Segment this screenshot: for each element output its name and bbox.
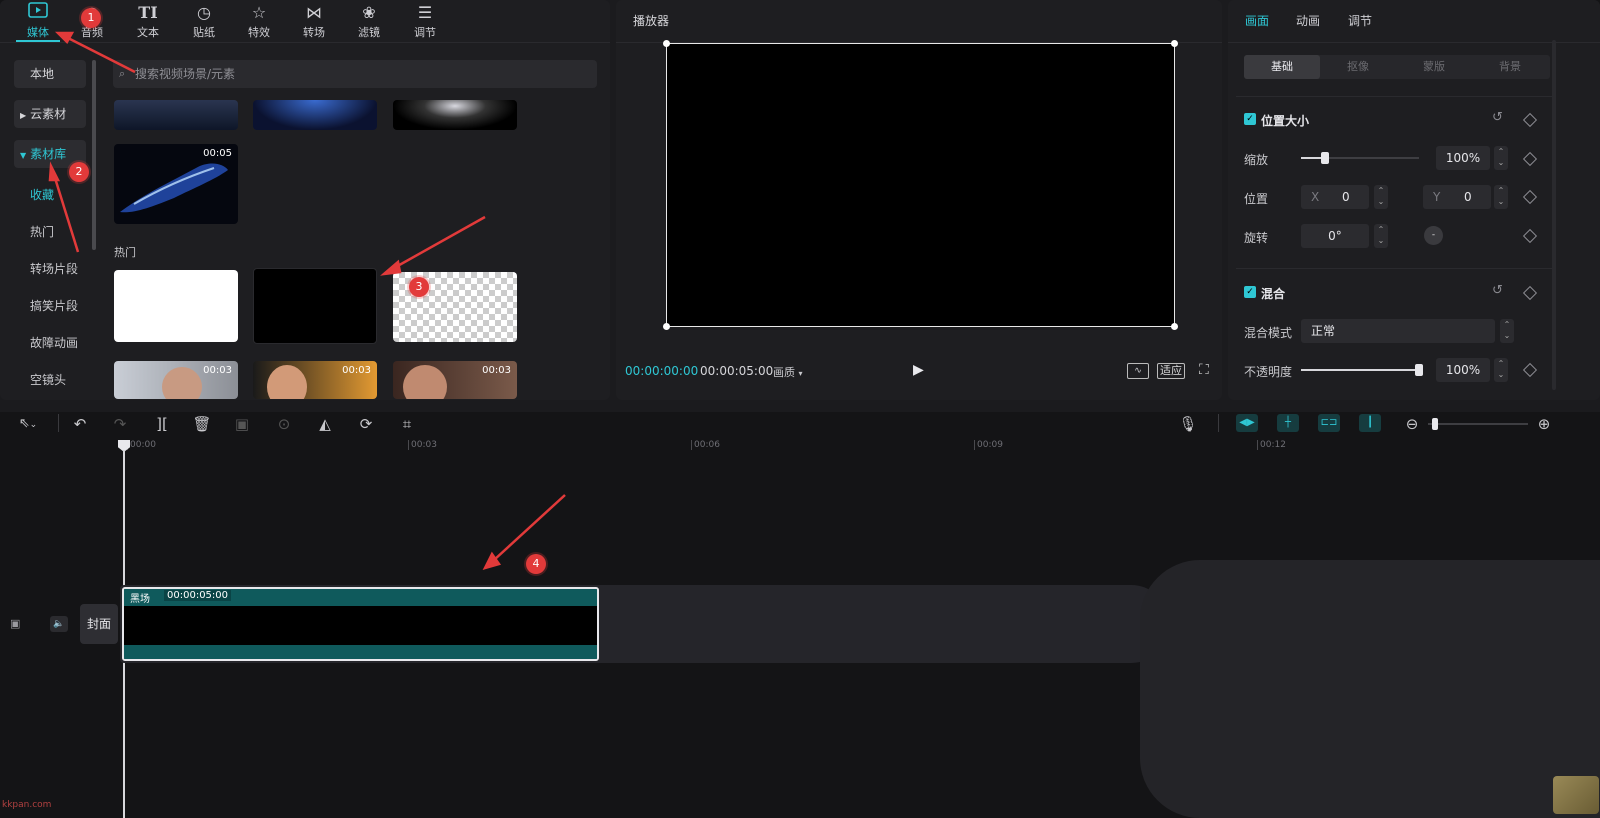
annotation-arrows [48, 31, 566, 570]
annotation-marker-4: 4 [526, 554, 546, 574]
annotation-marker-2: 2 [69, 162, 89, 182]
annotation-marker-3: 3 [409, 277, 429, 297]
annotation-arrow-3 [393, 215, 486, 270]
annotation-arrow-1 [65, 35, 136, 74]
annotation-marker-1: 1 [81, 8, 101, 28]
annotation-arrow-4 [493, 494, 566, 561]
annotation-arrow-2 [53, 177, 80, 253]
arrow-head [54, 31, 75, 45]
watermark-text: kkpan.com [2, 800, 52, 810]
arrow-head [48, 161, 61, 182]
arrow-head [380, 259, 402, 276]
watermark-logo [1553, 776, 1599, 814]
